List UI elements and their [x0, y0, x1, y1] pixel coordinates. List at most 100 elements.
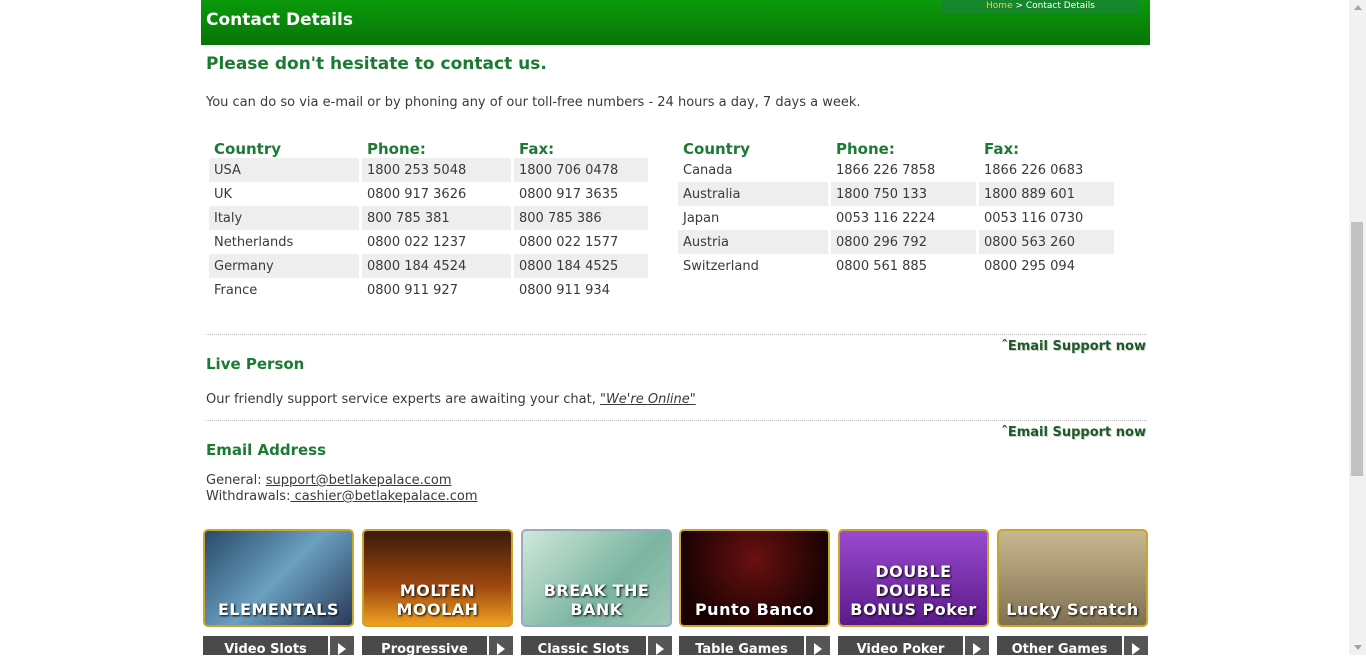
- phone-cell: 0800 917 3626: [367, 186, 467, 202]
- withdrawals-label: Withdrawals:: [206, 489, 291, 504]
- fax-cell: 1800 706 0478: [514, 158, 648, 182]
- category-progressive-button[interactable]: Progressive: [362, 636, 513, 657]
- email-support-now-label: Email Support now: [1007, 339, 1146, 354]
- breadcrumb-current: Contact Details: [1025, 1, 1095, 11]
- game-title: Punto Banco: [694, 600, 815, 619]
- email-support-now-link[interactable]: ˆEmail Support now: [1001, 425, 1146, 440]
- fax-cell: 0800 295 094: [984, 258, 1075, 274]
- game-title: ELEMENTALS: [217, 600, 340, 619]
- game-tile-lucky-scratch[interactable]: Lucky Scratch: [997, 529, 1148, 627]
- play-arrow-icon: [487, 636, 513, 655]
- game-title: MOLTEN MOOLAH: [396, 581, 479, 619]
- general-email-line: General: support@betlakepalace.com: [206, 473, 452, 488]
- fax-cell: 0800 911 934: [519, 282, 610, 298]
- game-tile-molten-moolah[interactable]: MOLTEN MOOLAH: [362, 529, 513, 627]
- scroll-down-arrow-icon[interactable]: [1354, 645, 1362, 650]
- country-cell: Netherlands: [214, 234, 294, 250]
- phone-cell: 0053 116 2224: [836, 210, 936, 226]
- phone-cell: 0800 911 927: [367, 282, 458, 298]
- play-arrow-icon: [804, 636, 830, 655]
- contact-headline: Please don't hesitate to contact us.: [206, 54, 547, 74]
- table-row: Austria 0800 296 792 0800 563 260: [678, 230, 1114, 254]
- game-title: Lucky Scratch: [1006, 600, 1139, 619]
- breadcrumb-home-link[interactable]: Home: [986, 1, 1013, 11]
- table-row: USA 1800 253 5048 1800 706 0478: [209, 158, 648, 182]
- fax-cell: 1866 226 0683: [984, 162, 1084, 178]
- category-table-games-button[interactable]: Table Games: [679, 636, 830, 657]
- country-cell: Germany: [209, 254, 359, 278]
- table-row: Canada 1866 226 7858 1866 226 0683: [678, 158, 1114, 182]
- game-tile-elementals[interactable]: ELEMENTALS: [203, 529, 354, 627]
- table-row: Japan 0053 116 2224 0053 116 0730: [678, 206, 1114, 230]
- phone-cell: 1800 253 5048: [362, 158, 511, 182]
- category-video-slots-button[interactable]: Video Slots: [203, 636, 354, 657]
- fax-cell: 0053 116 0730: [984, 210, 1084, 226]
- country-cell: Japan: [683, 210, 720, 226]
- live-person-title: Live Person: [206, 355, 305, 373]
- live-person-description: Our friendly support service experts are…: [206, 392, 600, 407]
- contact-intro: You can do so via e-mail or by phoning a…: [206, 95, 861, 110]
- phone-cell: 1800 750 133: [831, 182, 976, 206]
- section-divider: [206, 334, 1147, 335]
- col-header-country: Country: [683, 140, 751, 158]
- fax-cell: 1800 889 601: [979, 182, 1114, 206]
- game-title: DOUBLE DOUBLE BONUS Poker: [850, 562, 977, 619]
- play-arrow-icon: [328, 636, 354, 655]
- breadcrumb: Home > Contact Details: [942, 0, 1139, 14]
- table-row: Italy 800 785 381 800 785 386: [209, 206, 648, 230]
- fax-cell: 800 785 386: [514, 206, 648, 230]
- general-email-link[interactable]: support@betlakepalace.com: [266, 473, 452, 488]
- country-cell: France: [214, 282, 258, 298]
- scroll-up-arrow-icon[interactable]: [1354, 5, 1362, 10]
- phone-cell: 0800 296 792: [831, 230, 976, 254]
- phone-table-right: Country Phone: Fax: Canada 1866 226 7858 1…: [675, 132, 1117, 278]
- general-label: General:: [206, 473, 266, 488]
- col-header-phone: Phone:: [836, 140, 895, 158]
- fax-cell: 0800 184 4525: [514, 254, 648, 278]
- game-tile-break-the-bank[interactable]: BREAK THE BANK: [521, 529, 672, 627]
- phone-table-left: Country Phone: Fax: USA 1800 253 5048 1800…: [206, 132, 651, 302]
- phone-cell: 0800 184 4524: [362, 254, 511, 278]
- fax-cell: 0800 022 1577: [519, 234, 619, 250]
- col-header-country: Country: [214, 140, 282, 158]
- category-video-poker-button[interactable]: Video Poker: [838, 636, 989, 657]
- email-support-now-link[interactable]: ˆEmail Support now: [1001, 339, 1146, 354]
- page-header: Contact Details Home > Contact Details: [201, 0, 1150, 45]
- country-cell: Italy: [209, 206, 359, 230]
- scrollbar-thumb[interactable]: [1351, 222, 1363, 476]
- table-row: Netherlands 0800 022 1237 0800 022 1577: [209, 230, 648, 254]
- phone-cell: 0800 022 1237: [367, 234, 467, 250]
- play-arrow-icon: [963, 636, 989, 655]
- game-title: BREAK THE BANK: [543, 581, 650, 619]
- country-cell: Austria: [678, 230, 828, 254]
- phone-cell: 0800 561 885: [836, 258, 927, 274]
- live-person-text: Our friendly support service experts are…: [206, 392, 696, 407]
- category-classic-slots-button[interactable]: Classic Slots: [521, 636, 672, 657]
- we-are-online-link[interactable]: "We're Online": [600, 392, 696, 407]
- col-header-phone: Phone:: [367, 140, 426, 158]
- table-row: UK 0800 917 3626 0800 917 3635: [209, 182, 648, 206]
- phone-cell: 1866 226 7858: [836, 162, 936, 178]
- country-cell: UK: [214, 186, 233, 202]
- country-cell: Australia: [678, 182, 828, 206]
- col-header-fax: Fax:: [984, 140, 1020, 158]
- game-tile-punto-banco[interactable]: Punto Banco: [679, 529, 830, 627]
- category-other-games-button[interactable]: Other Games: [997, 636, 1148, 657]
- section-divider: [206, 420, 1147, 421]
- country-cell: Canada: [683, 162, 733, 178]
- country-cell: Switzerland: [683, 258, 759, 274]
- withdrawals-email-link[interactable]: cashier@betlakepalace.com: [290, 489, 478, 504]
- main-content: Contact Details Home > Contact Details P…: [201, 0, 1150, 657]
- fax-cell: 0800 563 260: [979, 230, 1114, 254]
- col-header-fax: Fax:: [519, 140, 555, 158]
- email-support-now-label: Email Support now: [1007, 425, 1146, 440]
- vertical-scrollbar[interactable]: [1349, 0, 1366, 655]
- country-cell: USA: [209, 158, 359, 182]
- play-arrow-icon: [1122, 636, 1148, 655]
- breadcrumb-separator: >: [1012, 1, 1026, 11]
- page-title: Contact Details: [206, 10, 353, 30]
- phone-cell: 800 785 381: [362, 206, 511, 230]
- fax-cell: 0800 917 3635: [519, 186, 619, 202]
- withdrawals-email-line: Withdrawals: cashier@betlakepalace.com: [206, 489, 478, 504]
- game-tile-double-double-bonus-poker[interactable]: DOUBLE DOUBLE BONUS Poker: [838, 529, 989, 627]
